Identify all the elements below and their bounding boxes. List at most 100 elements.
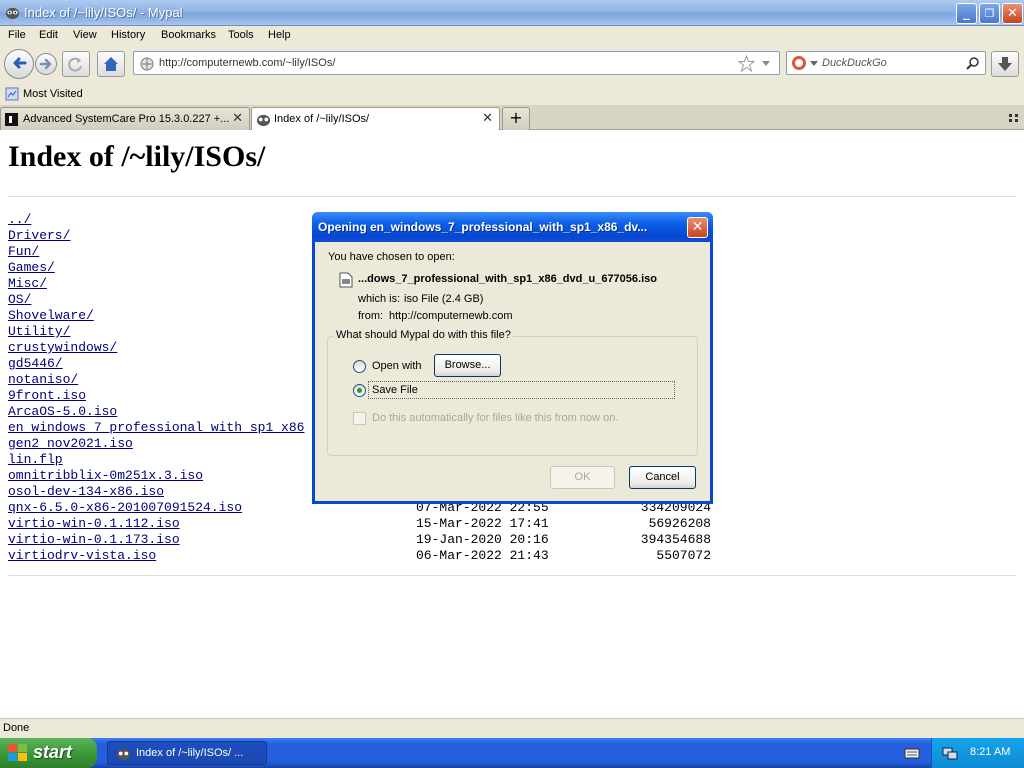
file-name: ...dows_7_professional_with_sp1_x86_dvd_…: [358, 273, 657, 285]
most-visited-icon: [5, 87, 19, 101]
taskbar: start Index of /~lily/ISOs/ ... 8:21 AM: [0, 738, 1024, 768]
listing-size: 394354688: [640, 532, 711, 547]
tab-index-of-isos[interactable]: Index of /~lily/ISOs/ ✕: [251, 107, 500, 131]
minimize-button[interactable]: _: [956, 3, 977, 24]
menu-view[interactable]: View: [73, 29, 97, 41]
close-window-button[interactable]: ✕: [1002, 3, 1023, 24]
back-arrow-icon: [13, 57, 27, 69]
browse-button[interactable]: Browse...: [434, 354, 501, 377]
forward-button[interactable]: [35, 53, 57, 75]
top-divider: [8, 196, 1016, 197]
open-with-radio[interactable]: [353, 360, 366, 373]
tab-label: Advanced SystemCare Pro 15.3.0.227 +...: [23, 113, 230, 125]
listing-date: 06-Mar-2022 21:43: [416, 548, 549, 563]
taskbar-item-mypal[interactable]: Index of /~lily/ISOs/ ...: [107, 741, 267, 765]
maximize-button[interactable]: ❐: [979, 3, 1000, 24]
listing-link[interactable]: en windows 7 professional with sp1 x86: [8, 420, 304, 435]
listing-link[interactable]: ../: [8, 212, 31, 227]
start-label: start: [33, 742, 73, 762]
clock: 8:21 AM: [970, 746, 1011, 758]
listing-link[interactable]: 9front.iso: [8, 388, 86, 403]
dialog-close-button[interactable]: ✕: [687, 217, 708, 238]
bookmark-star-icon[interactable]: [738, 55, 755, 72]
listing-link[interactable]: gen2 nov2021.iso: [8, 436, 133, 451]
listing-link[interactable]: Misc/: [8, 276, 47, 291]
status-text: Done: [3, 722, 30, 734]
download-dialog: Opening en_windows_7_professional_with_s…: [312, 212, 713, 504]
engine-dropdown-icon[interactable]: [810, 61, 818, 67]
home-icon: [104, 57, 118, 71]
menu-edit[interactable]: Edit: [39, 29, 58, 41]
home-button[interactable]: [97, 51, 125, 77]
auto-checkbox-label: Do this automatically for files like thi…: [372, 412, 619, 424]
listing-link[interactable]: gd5446/: [8, 356, 63, 371]
windows-logo-icon: [8, 744, 27, 761]
listing-link[interactable]: Utility/: [8, 324, 70, 339]
url-text[interactable]: http://computernewb.com/~lily/ISOs/: [159, 57, 335, 69]
reload-button[interactable]: [62, 51, 90, 77]
listing-size: 5507072: [656, 548, 711, 563]
search-icon[interactable]: [965, 56, 980, 71]
listing-link[interactable]: ArcaOS-5.0.iso: [8, 404, 117, 419]
bottom-divider: [8, 575, 1016, 576]
listing-link[interactable]: virtio-win-0.1.112.iso: [8, 516, 180, 531]
network-icon[interactable]: [942, 745, 958, 761]
taskbar-item-label: Index of /~lily/ISOs/ ...: [136, 747, 244, 759]
menu-file[interactable]: File: [8, 29, 26, 41]
menu-bar: File Edit View History Bookmarks Tools H…: [0, 26, 1024, 46]
most-visited-bookmark[interactable]: Most Visited: [23, 88, 83, 100]
mypal-taskbar-icon: [116, 748, 131, 761]
listing-link[interactable]: omnitribblix-0m251x.3.iso: [8, 468, 203, 483]
menu-bookmarks[interactable]: Bookmarks: [161, 29, 216, 41]
listing-link[interactable]: Shovelware/: [8, 308, 94, 323]
save-file-label[interactable]: Save File: [372, 384, 418, 396]
site-identity-icon[interactable]: [139, 56, 155, 72]
menu-history[interactable]: History: [111, 29, 145, 41]
reload-icon: [68, 57, 82, 72]
open-with-label[interactable]: Open with: [372, 360, 422, 372]
page-title: Index of /~lily/ISOs/: [8, 140, 266, 173]
start-button[interactable]: start: [0, 738, 97, 768]
listing-link[interactable]: Drivers/: [8, 228, 70, 243]
menu-help[interactable]: Help: [268, 29, 291, 41]
download-arrow-icon: [998, 57, 1012, 71]
keyboard-icon[interactable]: [904, 746, 920, 760]
listing-link[interactable]: virtiodrv-vista.iso: [8, 548, 156, 563]
listing-link[interactable]: OS/: [8, 292, 31, 307]
save-file-radio[interactable]: [353, 384, 366, 397]
action-groupbox: What should Mypal do with this file? Ope…: [327, 329, 698, 456]
listing-link[interactable]: notaniso/: [8, 372, 78, 387]
status-bar: Done: [0, 718, 1024, 738]
mypal-app-icon: [5, 7, 20, 20]
url-dropdown-icon[interactable]: [761, 60, 771, 68]
new-tab-button[interactable]: +: [502, 107, 530, 130]
auto-checkbox[interactable]: [353, 412, 366, 425]
listing-link[interactable]: osol-dev-134-x86.iso: [8, 484, 164, 499]
duckduckgo-icon[interactable]: [791, 55, 807, 71]
tab-close-icon[interactable]: ✕: [482, 111, 493, 126]
listing-date: 15-Mar-2022 17:41: [416, 516, 549, 531]
listing-link[interactable]: lin.flp: [8, 452, 63, 467]
chosen-text: You have chosen to open:: [328, 251, 455, 263]
window-titlebar: Index of /~lily/ISOs/ - Mypal _ ❐ ✕: [0, 0, 1024, 26]
menu-tools[interactable]: Tools: [228, 29, 254, 41]
back-button[interactable]: [4, 49, 34, 79]
search-bar[interactable]: DuckDuckGo: [786, 51, 986, 75]
tab-advanced-systemcare[interactable]: Advanced SystemCare Pro 15.3.0.227 +... …: [0, 107, 250, 130]
forward-arrow-icon: [39, 58, 52, 70]
listing-link[interactable]: qnx-6.5.0-x86-201007091524.iso: [8, 500, 242, 515]
listing-link[interactable]: Games/: [8, 260, 55, 275]
listing-link[interactable]: virtio-win-0.1.173.iso: [8, 532, 180, 547]
tab-close-icon[interactable]: ✕: [232, 111, 243, 126]
listing-link[interactable]: crustywindows/: [8, 340, 117, 355]
search-placeholder[interactable]: DuckDuckGo: [822, 57, 887, 69]
cancel-button[interactable]: Cancel: [629, 466, 696, 489]
ok-button[interactable]: OK: [550, 466, 615, 489]
window-title: Index of /~lily/ISOs/ - Mypal: [24, 5, 183, 20]
address-bar[interactable]: http://computernewb.com/~lily/ISOs/: [133, 51, 780, 75]
listing-link[interactable]: Fun/: [8, 244, 39, 259]
downloads-button[interactable]: [991, 51, 1019, 77]
list-all-tabs-icon[interactable]: [1008, 112, 1020, 124]
from-label: from:: [358, 310, 384, 322]
bookmarks-toolbar: Most Visited: [0, 84, 1024, 105]
